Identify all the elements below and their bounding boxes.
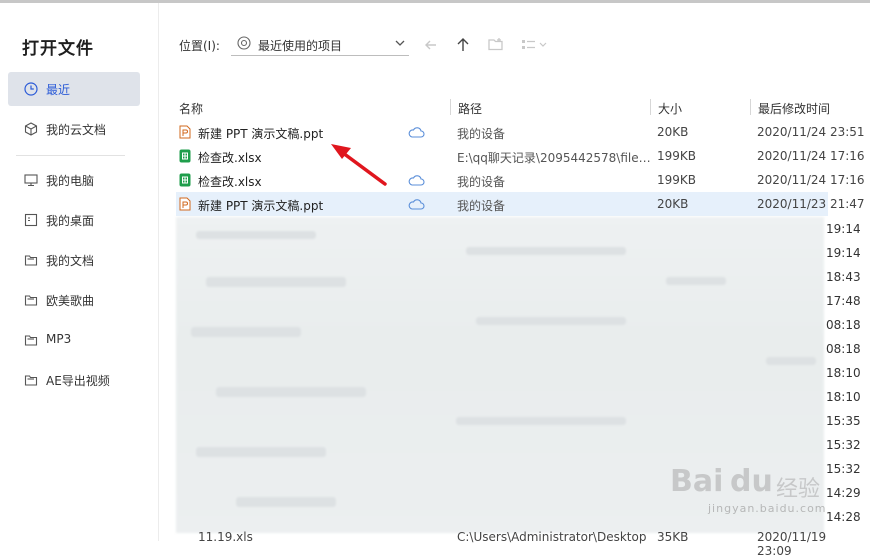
folder-icon — [24, 295, 38, 306]
table-row[interactable]: 检查改.xlsx E:\qq聊天记录\2095442578\filer... 1… — [176, 144, 865, 168]
sidebar-item-label: 最近 — [46, 83, 71, 97]
column-header-size[interactable]: 大小 — [658, 100, 682, 117]
time-cell: 19:14 — [826, 222, 861, 236]
cloud-icon — [408, 199, 425, 210]
watermark-paw: du — [730, 464, 773, 499]
cloud-icon — [408, 175, 425, 186]
sidebar-item-my-documents[interactable]: 我的文档 — [8, 243, 140, 277]
file-size: 20KB — [657, 125, 689, 139]
recent-location-icon — [237, 36, 251, 50]
watermark-cn: 经验 — [776, 477, 821, 502]
file-name: 新建 PPT 演示文稿.ppt — [198, 199, 324, 213]
watermark-brand: Bai — [670, 464, 724, 499]
sidebar-item-ae-export[interactable]: AE导出视频 — [8, 363, 140, 397]
location-dropdown[interactable]: 最近使用的项目 — [231, 32, 409, 56]
view-mode-icon[interactable] — [520, 36, 550, 54]
table-row[interactable]: 检查改.xlsx 我的设备 199KB 2020/11/24 17:16 — [176, 168, 865, 192]
watermark-url: jingyan.baidu.com — [708, 502, 827, 515]
file-modified: 2020/11/23 21:47 — [757, 197, 865, 211]
annotation-arrow — [331, 144, 387, 186]
sidebar-item-my-desktop[interactable]: 我的桌面 — [8, 203, 140, 237]
file-size: 20KB — [657, 197, 689, 211]
chevron-down-icon — [395, 40, 405, 46]
folder-icon — [24, 255, 38, 266]
sidebar-item-label: 我的文档 — [46, 254, 95, 268]
monitor-icon — [24, 174, 38, 187]
sidebar-item-my-computer[interactable]: 我的电脑 — [8, 163, 140, 197]
xlsx-file-icon — [179, 149, 191, 163]
sidebar-item-recent[interactable]: 最近 — [8, 72, 140, 106]
sidebar-item-western-songs[interactable]: 欧美歌曲 — [8, 283, 140, 317]
new-folder-icon[interactable] — [487, 36, 505, 54]
file-name: 新建 PPT 演示文稿.ppt — [198, 127, 324, 141]
time-cell: 18:10 — [826, 390, 861, 404]
sidebar-item-label: MP3 — [46, 332, 72, 346]
location-label: 位置(I): — [179, 39, 220, 53]
column-separator[interactable] — [450, 99, 451, 115]
file-path: C:\Users\Administrator\Desktop — [457, 530, 647, 544]
file-path: 我的设备 — [457, 199, 506, 213]
dialog-title: 打开文件 — [22, 39, 94, 59]
sidebar-item-mp3[interactable]: MP3 — [8, 323, 140, 357]
folder-icon — [24, 375, 38, 386]
column-header-path[interactable]: 路径 — [458, 100, 482, 117]
ppt-file-icon — [179, 125, 191, 139]
cloud-box-icon — [24, 122, 38, 136]
up-arrow-icon[interactable] — [454, 36, 472, 54]
table-row-selected[interactable]: 新建 PPT 演示文稿.ppt 我的设备 20KB 2020/11/23 21:… — [176, 192, 865, 216]
sidebar-item-label: 我的桌面 — [46, 214, 95, 228]
file-path: 我的设备 — [457, 175, 506, 189]
sidebar-item-label: 我的云文档 — [46, 123, 107, 137]
sidebar-item-cloud-docs[interactable]: 我的云文档 — [8, 112, 140, 146]
file-name: 11.19.xls — [198, 530, 253, 544]
file-size: 199KB — [657, 149, 697, 163]
xlsx-file-icon — [179, 173, 191, 187]
sidebar-item-label: 我的电脑 — [46, 174, 95, 188]
column-separator[interactable] — [650, 99, 651, 115]
file-path: 我的设备 — [457, 127, 506, 141]
ppt-file-icon — [179, 197, 191, 211]
time-cell: 08:18 — [826, 342, 861, 356]
sidebar-item-label: 欧美歌曲 — [46, 294, 95, 308]
sidebar: 打开文件 最近 我的云文档 我的电脑 我的桌面 我的文档 欧美歌曲 MP3 AE… — [0, 3, 159, 541]
time-cell: 18:43 — [826, 270, 861, 284]
desktop-icon — [24, 213, 38, 227]
file-size: 35KB — [657, 530, 689, 544]
location-value: 最近使用的项目 — [258, 39, 343, 53]
time-cell: 15:35 — [826, 414, 861, 428]
column-separator[interactable] — [750, 99, 751, 115]
file-name: 检查改.xlsx — [198, 151, 262, 165]
baidu-jingyan-watermark: Bai du 经验 jingyan.baidu.com — [660, 440, 860, 520]
table-row[interactable]: 新建 PPT 演示文稿.ppt 我的设备 20KB 2020/11/24 23:… — [176, 120, 865, 144]
file-modified: 2020/11/24 23:51 — [757, 125, 865, 139]
column-header-modified[interactable]: 最后修改时间 — [758, 100, 830, 117]
back-arrow-icon[interactable] — [422, 36, 440, 54]
file-modified: 2020/11/19 23:09 — [757, 530, 827, 558]
column-header-name[interactable]: 名称 — [179, 100, 203, 117]
cloud-icon — [408, 127, 425, 138]
file-modified: 2020/11/24 17:16 — [757, 173, 865, 187]
table-row-partial[interactable]: 11.19.xls C:\Users\Administrator\Desktop… — [176, 530, 826, 558]
sidebar-divider — [16, 155, 125, 156]
time-cell: 19:14 — [826, 246, 861, 260]
file-size: 199KB — [657, 173, 697, 187]
time-cell: 17:48 — [826, 294, 861, 308]
file-modified: 2020/11/24 17:16 — [757, 149, 865, 163]
sidebar-item-label: AE导出视频 — [46, 374, 110, 388]
time-cell: 08:18 — [826, 318, 861, 332]
folder-icon — [24, 335, 38, 346]
file-name: 检查改.xlsx — [198, 175, 262, 189]
time-cell: 18:10 — [826, 366, 861, 380]
file-path: E:\qq聊天记录\2095442578\filer... — [457, 151, 651, 165]
clock-icon — [24, 82, 38, 96]
